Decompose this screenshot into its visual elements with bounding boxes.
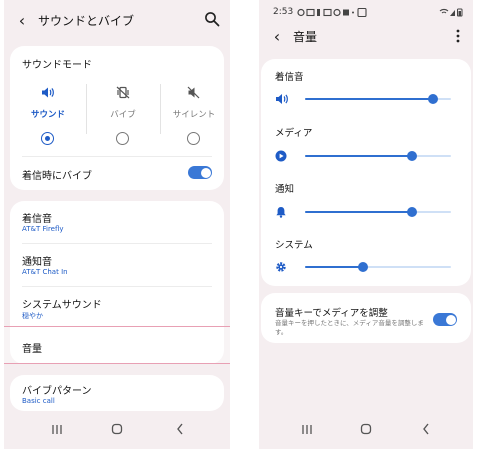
item-title: 通知音: [22, 257, 52, 268]
volume-keys-card[interactable]: 音量キーでメディアを調整 音量キーを押したときに、メディア音量を調整します。: [261, 293, 471, 343]
item-title: 着信音: [22, 214, 52, 225]
item-title: 音量: [22, 344, 42, 355]
home-icon: [111, 423, 123, 435]
volume-item[interactable]: 音量: [4, 329, 230, 361]
media-volume-slider[interactable]: [305, 150, 451, 162]
system-volume-label: システム: [275, 240, 313, 251]
media-volume-label: メディア: [275, 128, 313, 139]
ringtone-volume-label: 着信音: [275, 72, 304, 83]
vibrate-radio[interactable]: [116, 132, 129, 145]
back-arrow-icon[interactable]: ‹: [12, 11, 32, 30]
top-app-bar: ‹ 音量: [259, 26, 473, 46]
item-title: システムサウンド: [22, 300, 102, 311]
mute-icon: [187, 86, 200, 99]
item-subtitle: 穏やか: [22, 312, 43, 320]
notification-sound-item[interactable]: 通知音 AT&T Chat In: [10, 244, 224, 286]
ringtone-volume-slider[interactable]: [305, 93, 451, 105]
sound-mode-card: サウンドモード サウンド バイブ サイレント 着信時にバイブ: [10, 46, 224, 190]
vibration-pattern-title: バイブパターン: [22, 386, 92, 397]
notification-volume-label: 通知: [275, 184, 295, 195]
navigation-bar: [4, 418, 230, 442]
wifi-signal-battery-icon: [439, 8, 463, 17]
divider: [86, 84, 87, 134]
ringtone-item[interactable]: 着信音 AT&T Firefly: [10, 201, 224, 243]
page-title: 音量: [293, 29, 318, 44]
volume-icon: [42, 87, 54, 98]
vibrate-on-ring-toggle[interactable]: [188, 166, 212, 179]
back-nav-icon: [423, 423, 429, 435]
back-arrow-icon[interactable]: ‹: [267, 27, 287, 46]
play-icon: [275, 150, 287, 162]
slider-thumb[interactable]: [406, 207, 417, 217]
silent-radio[interactable]: [187, 132, 200, 145]
status-time: 2:53: [273, 7, 294, 17]
home-button[interactable]: [356, 420, 376, 438]
home-icon: [360, 423, 372, 435]
gear-icon: [276, 262, 286, 272]
volume-keys-description: 音量キーを押したときに、メディア音量を調整します。: [275, 319, 424, 336]
vibration-pattern-subtitle: Basic call: [22, 397, 55, 405]
sound-mode-vibrate[interactable]: バイブ: [88, 86, 158, 161]
sound-mode-silent[interactable]: サイレント: [159, 86, 229, 161]
recents-button[interactable]: [47, 420, 67, 438]
sound-mode-sound[interactable]: サウンド: [13, 86, 83, 161]
nfc-icon: [357, 8, 367, 17]
notification-volume-slider[interactable]: [305, 206, 451, 218]
divider: [22, 156, 212, 157]
recents-icon: [302, 424, 312, 434]
more-options-icon[interactable]: [455, 28, 461, 44]
search-icon[interactable]: [204, 11, 220, 27]
vibrate-mode-label: バイブ: [110, 110, 136, 120]
slider-thumb[interactable]: [358, 262, 369, 272]
item-subtitle: AT&T Chat In: [22, 268, 68, 276]
page-title: サウンドとバイブ: [38, 13, 135, 28]
home-button[interactable]: [107, 420, 127, 438]
system-volume-slider[interactable]: [305, 261, 451, 273]
back-button[interactable]: [416, 420, 436, 438]
volume-keys-title: 音量キーでメディアを調整: [275, 308, 388, 319]
volume-icon: [276, 94, 288, 104]
system-sound-item[interactable]: システムサウンド 穏やか: [10, 287, 224, 329]
slider-thumb[interactable]: [406, 151, 417, 161]
volume-screen: 2:53 ‹ 音量 着信音 メディア 通知 システム 音量キーでメディアを調整 …: [259, 0, 473, 449]
navigation-bar: [259, 418, 473, 442]
status-bar: 2:53: [273, 6, 463, 20]
volume-keys-toggle[interactable]: [433, 313, 457, 326]
sound-vibration-screen: ‹ サウンドとバイブ サウンドモード サウンド バイブ サイレント 着信時にバイ…: [4, 0, 230, 449]
slider-thumb[interactable]: [428, 94, 439, 104]
vibrate-on-ring-label: 着信時にバイブ: [22, 171, 92, 182]
recents-button[interactable]: [297, 420, 317, 438]
sound-mode-title: サウンドモード: [22, 60, 92, 71]
volume-sliders-card: 着信音 メディア 通知 システム: [261, 59, 471, 286]
item-subtitle: AT&T Firefly: [22, 225, 64, 233]
top-app-bar: ‹ サウンドとバイブ: [4, 8, 230, 32]
vibrate-on-ring-row[interactable]: 着信時にバイブ: [10, 158, 224, 188]
vibration-pattern-card[interactable]: バイブパターン Basic call: [10, 375, 224, 411]
vibrate-icon: [116, 86, 130, 99]
silent-mode-label: サイレント: [172, 110, 216, 120]
sound-mode-label: サウンド: [30, 110, 65, 120]
recents-icon: [52, 424, 62, 434]
bell-icon: [276, 207, 286, 218]
sound-radio[interactable]: [41, 132, 54, 145]
back-button[interactable]: [170, 420, 190, 438]
back-nav-icon: [177, 423, 183, 435]
notification-icons: [297, 8, 354, 17]
